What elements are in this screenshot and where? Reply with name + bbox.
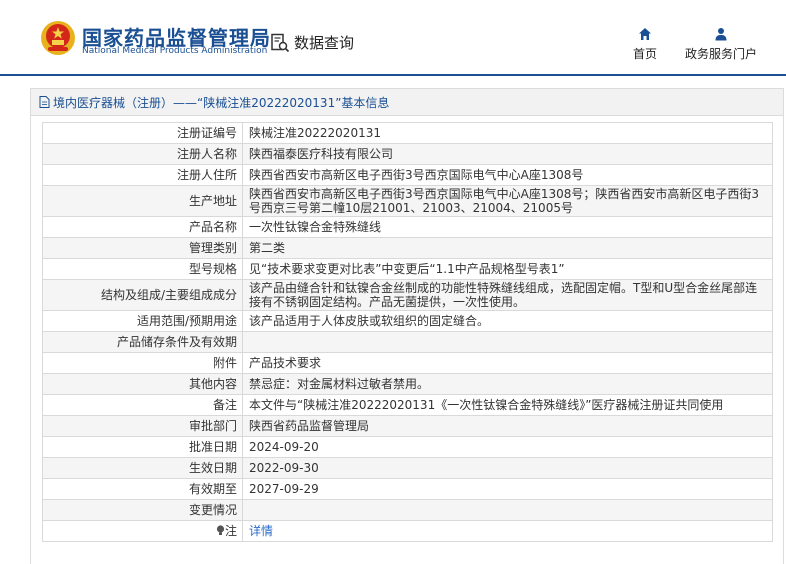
field-value: 2027-09-29 (242, 478, 773, 500)
registration-detail-table: 注册证编号 陕械注准20222020131 注册人名称 陕西福泰医疗科技有限公司 注册人… (42, 122, 773, 542)
field-label: 注 (42, 520, 243, 542)
field-label: 有效期至 (42, 478, 243, 500)
field-label: 适用范围/预期用途 (42, 310, 243, 332)
breadcrumb: 境内医疗器械（注册）——“陕械注准20222020131”基本信息 (30, 88, 784, 116)
field-label: 其他内容 (42, 373, 243, 395)
table-row: 注 详情 (42, 520, 773, 542)
field-value: 陕械注准20222020131 (242, 122, 773, 144)
table-row: 管理类别 第二类 (42, 237, 773, 259)
field-label: 备注 (42, 394, 243, 416)
field-value: 陕西省西安市高新区电子西街3号西京国际电气中心A座1308号；陕西省西安市高新区… (242, 185, 773, 217)
table-row: 结构及组成/主要组成成分 该产品由缝合针和钛镍合金丝制成的功能性特殊缝线组成，选配… (42, 279, 773, 311)
document-search-icon (271, 33, 290, 52)
table-row: 适用范围/预期用途 该产品适用于人体皮肤或软组织的固定缝合。 (42, 310, 773, 332)
field-label: 批准日期 (42, 436, 243, 458)
table-row: 审批部门 陕西省药品监督管理局 (42, 415, 773, 437)
table-row: 产品储存条件及有效期 (42, 331, 773, 353)
home-icon (639, 28, 651, 40)
table-row: 注册证编号 陕械注准20222020131 (42, 122, 773, 144)
field-label: 型号规格 (42, 258, 243, 280)
table-row: 生效日期 2022-09-30 (42, 457, 773, 479)
field-value: 该产品由缝合针和钛镍合金丝制成的功能性特殊缝线组成，选配固定帽。T型和U型合金丝… (242, 279, 773, 311)
table-row: 备注 本文件与“陕械注准20222020131《一次性钛镍合金特殊缝线》”医疗器械… (42, 394, 773, 416)
data-query-link[interactable]: 数据查询 (270, 32, 354, 53)
lightbulb-icon (216, 525, 225, 535)
table-row: 产品名称 一次性钛镍合金特殊缝线 (42, 216, 773, 238)
site-header: 国家药品监督管理局 National Medical Products Admi… (0, 0, 786, 76)
field-value (242, 499, 773, 521)
field-value: 陕西福泰医疗科技有限公司 (242, 143, 773, 165)
field-value (242, 331, 773, 353)
table-row: 有效期至 2027-09-29 (42, 478, 773, 500)
nav-service-portal-label: 政务服务门户 (685, 47, 758, 61)
field-value: 详情 (242, 520, 773, 542)
field-label: 注册证编号 (42, 122, 243, 144)
field-value: 禁忌症：对金属材料过敏者禁用。 (242, 373, 773, 395)
field-value: 陕西省西安市高新区电子西街3号西京国际电气中心A座1308号 (242, 164, 773, 186)
table-row: 型号规格 见“技术要求变更对比表”中变更后“1.1中产品规格型号表1” (42, 258, 773, 280)
table-row: 批准日期 2024-09-20 (42, 436, 773, 458)
nav-home-label: 首页 (633, 47, 658, 61)
table-row: 附件 产品技术要求 (42, 352, 773, 374)
table-row: 生产地址 陕西省西安市高新区电子西街3号西京国际电气中心A座1308号；陕西省西安… (42, 185, 773, 217)
field-label: 附件 (42, 352, 243, 374)
field-label: 产品储存条件及有效期 (42, 331, 243, 353)
field-label: 注册人住所 (42, 164, 243, 186)
table-row: 变更情况 (42, 499, 773, 521)
breadcrumb-text: 境内医疗器械（注册）——“陕械注准20222020131”基本信息 (53, 95, 390, 110)
field-value: 该产品适用于人体皮肤或软组织的固定缝合。 (242, 310, 773, 332)
field-value: 本文件与“陕械注准20222020131《一次性钛镍合金特殊缝线》”医疗器械注册… (242, 394, 773, 416)
table-row: 注册人住所 陕西省西安市高新区电子西街3号西京国际电气中心A座1308号 (42, 164, 773, 186)
field-value: 一次性钛镍合金特殊缝线 (242, 216, 773, 238)
field-value: 陕西省药品监督管理局 (242, 415, 773, 437)
user-icon (715, 28, 727, 41)
field-label: 变更情况 (42, 499, 243, 521)
field-label: 产品名称 (42, 216, 243, 238)
table-row: 注册人名称 陕西福泰医疗科技有限公司 (42, 143, 773, 165)
field-value: 见“技术要求变更对比表”中变更后“1.1中产品规格型号表1” (242, 258, 773, 280)
table-row: 其他内容 禁忌症：对金属材料过敏者禁用。 (42, 373, 773, 395)
document-icon (39, 96, 50, 108)
field-label: 生效日期 (42, 457, 243, 479)
field-value: 产品技术要求 (242, 352, 773, 374)
field-value: 2022-09-30 (242, 457, 773, 479)
note-label: 注 (224, 524, 237, 538)
field-label: 结构及组成/主要组成成分 (42, 279, 243, 311)
nav-home[interactable]: 首页 (633, 27, 657, 62)
field-value: 第二类 (242, 237, 773, 259)
field-label: 生产地址 (42, 185, 243, 217)
details-link[interactable]: 详情 (249, 524, 273, 538)
field-label: 注册人名称 (42, 143, 243, 165)
brand-subtitle: National Medical Products Administration (82, 46, 268, 56)
field-label: 审批部门 (42, 415, 243, 437)
nav-service-portal[interactable]: 政务服务门户 (685, 27, 757, 62)
data-query-label: 数据查询 (294, 34, 355, 52)
field-value: 2024-09-20 (242, 436, 773, 458)
field-label: 管理类别 (42, 237, 243, 259)
detail-panel: 注册证编号 陕械注准20222020131 注册人名称 陕西福泰医疗科技有限公司 注册人… (30, 116, 784, 564)
national-emblem-icon[interactable] (40, 20, 76, 56)
